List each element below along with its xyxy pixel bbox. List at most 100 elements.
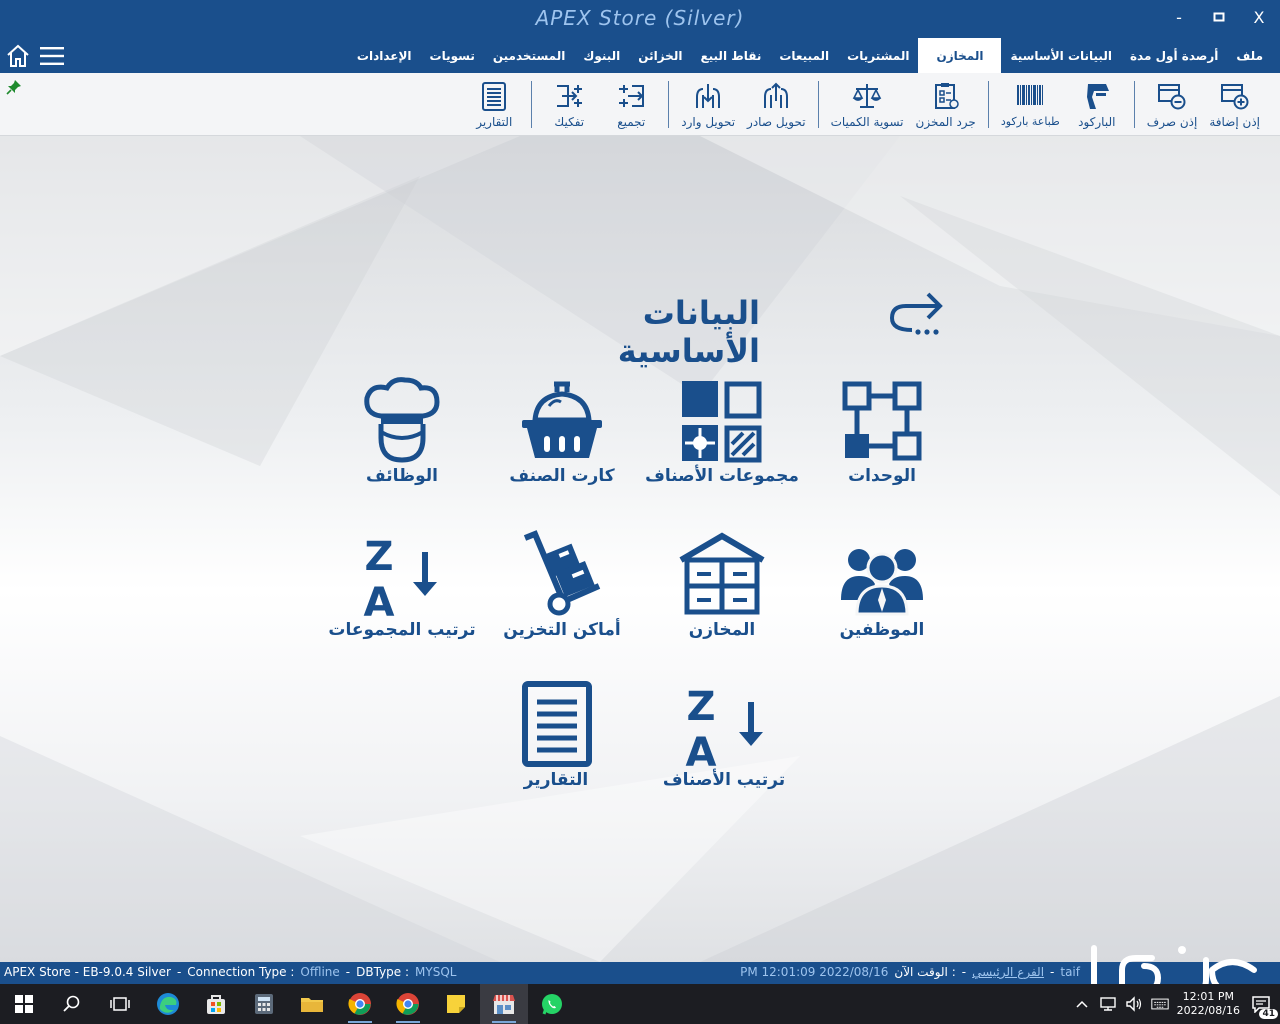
status-dbtype-label: DBType : <box>356 965 410 979</box>
tile-jobs[interactable]: الوظائف <box>322 376 482 506</box>
status-connection-value: Offline <box>300 965 340 979</box>
ribbon-label: تحويل صادر <box>747 115 806 129</box>
status-now-label: الوقت الآن : <box>894 965 956 979</box>
taskbar-apps <box>0 984 576 1024</box>
menu-tab-basic-data[interactable]: البيانات الأساسية <box>1001 38 1121 73</box>
disassemble-icon <box>557 85 583 107</box>
ribbon-quantity-settlement[interactable]: تسوية الكميات <box>825 73 910 136</box>
volume-button[interactable] <box>1125 995 1143 1013</box>
window-controls: - X <box>1170 8 1268 27</box>
tile-item-card[interactable]: كارت الصنف <box>482 376 642 506</box>
menu-tab-treasuries[interactable]: الخزائن <box>629 38 691 73</box>
tile-storage-locations[interactable]: أماكن التخزين <box>482 530 642 660</box>
ribbon-print-barcode[interactable]: طباعة باركود <box>995 73 1066 136</box>
tile-label: الموظفين <box>839 620 925 640</box>
ribbon-disassemble[interactable]: تفكيك <box>538 73 600 136</box>
search-button[interactable] <box>48 984 96 1024</box>
ribbon-incoming-transfer[interactable]: تحويل وارد <box>675 73 741 136</box>
tile-sort-groups[interactable]: Z A ترتيب المجموعات <box>322 530 482 660</box>
notifications-button[interactable]: 41 <box>1248 991 1278 1019</box>
menu-tab-pos[interactable]: نقاط البيع <box>691 38 770 73</box>
ribbon-assemble[interactable]: تجميع <box>600 73 662 136</box>
apex-store-button[interactable] <box>480 984 528 1024</box>
menu-tab-warehouses[interactable]: المخازن <box>918 38 1002 73</box>
store-button[interactable] <box>192 984 240 1024</box>
menu-tab-users[interactable]: المستخدمين <box>484 38 574 73</box>
edge-button[interactable] <box>144 984 192 1024</box>
svg-text:Z: Z <box>686 684 715 730</box>
whatsapp-button[interactable] <box>528 984 576 1024</box>
menu-tab-banks[interactable]: البنوك <box>574 38 629 73</box>
menu-tab-settings[interactable]: الإعدادات <box>348 38 421 73</box>
search-icon <box>63 995 80 1012</box>
chevron-up-icon <box>1076 1000 1088 1008</box>
folder-icon <box>301 998 323 1012</box>
inventory-clipboard-icon <box>934 83 959 109</box>
tile-label: كارت الصنف <box>509 466 615 486</box>
status-separator: - <box>345 965 351 979</box>
menu-tab-settlements[interactable]: تسويات <box>421 38 484 73</box>
ribbon-inventory-count[interactable]: جرد المخزن <box>910 73 982 136</box>
tile-reports[interactable]: التقارير <box>476 680 636 810</box>
task-view-button[interactable] <box>96 984 144 1024</box>
section-title: البيانات الأساسية <box>617 294 760 370</box>
sticky-notes-icon <box>447 995 465 1013</box>
svg-text:A: A <box>686 730 717 770</box>
speaker-icon <box>1125 996 1141 1012</box>
menu-tab-file[interactable]: ملف <box>1227 38 1272 73</box>
keyboard-button[interactable] <box>1150 995 1169 1013</box>
tile-label: المخازن <box>688 620 756 640</box>
ribbon-issue-permit[interactable]: إذن صرف <box>1141 73 1204 136</box>
ribbon-outgoing-transfer[interactable]: تحويل صادر <box>741 73 812 136</box>
system-tray: 12:01 PM 2022/08/16 41 <box>1073 984 1280 1024</box>
menu-tab-opening-balances[interactable]: أرصدة أول مدة <box>1121 38 1227 73</box>
add-permit-icon <box>1220 84 1249 110</box>
ribbon-add-permit[interactable]: إذن إضافة <box>1203 73 1266 136</box>
keyboard-icon <box>1150 998 1169 1010</box>
hamburger-menu-icon[interactable] <box>40 46 64 66</box>
sticky-notes-button[interactable] <box>432 984 480 1024</box>
sort-za-icon: Z A <box>686 684 763 770</box>
employees-icon <box>841 549 923 616</box>
menu-tab-purchases[interactable]: المشتريات <box>838 38 918 73</box>
ribbon-reports[interactable]: التقارير <box>463 73 525 136</box>
chrome-button[interactable] <box>336 984 384 1024</box>
taskbar-clock[interactable]: 12:01 PM 2022/08/16 <box>1177 990 1240 1018</box>
barcode-scanner-icon <box>1086 84 1109 109</box>
tile-warehouses[interactable]: المخازن <box>642 530 802 660</box>
status-app-version: APEX Store - EB-9.0.4 Silver <box>4 965 171 979</box>
home-icon[interactable] <box>5 43 31 69</box>
start-button[interactable] <box>0 984 48 1024</box>
menu-tab-sales[interactable]: المبيعات <box>770 38 838 73</box>
windows-taskbar: 12:01 PM 2022/08/16 41 <box>0 984 1280 1024</box>
ribbon-label: تحويل وارد <box>681 115 736 129</box>
ribbon-barcode[interactable]: الباركود <box>1066 73 1128 136</box>
whatsapp-icon <box>542 994 562 1015</box>
ribbon-label: تسوية الكميات <box>830 115 904 129</box>
maximize-button[interactable] <box>1210 8 1228 27</box>
clock-date: 2022/08/16 <box>1176 1004 1240 1017</box>
network-button[interactable] <box>1099 995 1117 1013</box>
minimize-button[interactable]: - <box>1170 8 1188 27</box>
calculator-button[interactable] <box>240 984 288 1024</box>
tile-label: ترتيب المجموعات <box>328 620 476 640</box>
status-separator: - <box>1050 965 1055 979</box>
tile-employees[interactable]: الموظفين <box>802 530 962 660</box>
tile-item-groups[interactable]: مجموعات الأصناف <box>642 376 802 506</box>
tray-overflow-button[interactable] <box>1073 995 1091 1013</box>
pin-icon[interactable] <box>6 79 22 95</box>
edge-browser-icon <box>157 993 179 1015</box>
ribbon-divider <box>1133 81 1135 128</box>
ribbon-divider <box>987 81 989 128</box>
windows-logo-icon <box>15 995 33 1013</box>
tile-units[interactable]: الوحدات <box>802 376 962 506</box>
chrome-profile-button[interactable] <box>384 984 432 1024</box>
clock-time: 12:01 PM <box>1182 990 1234 1003</box>
report-icon <box>522 681 592 767</box>
tile-sort-items[interactable]: Z A ترتيب الأصناف <box>644 680 804 810</box>
file-explorer-button[interactable] <box>288 984 336 1024</box>
close-button[interactable]: X <box>1250 8 1268 27</box>
redirect-arrow-icon[interactable] <box>888 290 946 340</box>
status-branch-link[interactable]: الفرع الرئيسي <box>972 965 1044 979</box>
chef-icon <box>364 377 440 463</box>
